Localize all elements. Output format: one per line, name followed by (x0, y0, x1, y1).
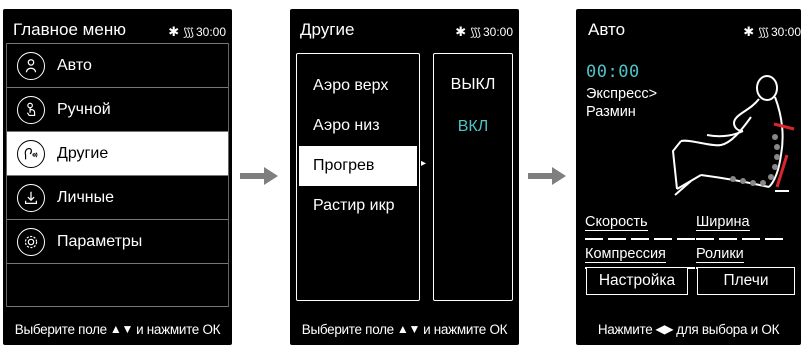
footer-text: и нажмите ОК (423, 321, 508, 337)
param-rollers: Ролики (696, 246, 744, 263)
footer-hint: Выберите поле ▲▼ и нажмите ОК (3, 313, 232, 345)
menu-item-settings[interactable]: Параметры (7, 219, 228, 263)
footer-text: Выберите поле (14, 321, 107, 337)
menu-item-label: Личные (57, 188, 115, 206)
menu-empty-row (7, 263, 228, 307)
main-menu-screen: Главное меню ✱ ⟆⟆⟆ 30:00 Авто Ручной Дру… (3, 9, 232, 345)
speed-level-bar (585, 238, 695, 240)
massage-chair-figure-icon (671, 75, 795, 196)
head-waves-icon (17, 139, 45, 168)
heat-waves-icon: ⟆⟆⟆ (470, 26, 481, 39)
footer-text: Выберите поле (301, 321, 394, 337)
menu-item-personal[interactable]: Личные (7, 175, 228, 219)
option-calf-rub[interactable]: Растир икр (299, 186, 417, 226)
status-bar: ✱ ⟆⟆⟆ 30:00 (455, 21, 513, 43)
menu-item-manual[interactable]: Ручной (7, 87, 228, 131)
value-off[interactable]: ВЫКЛ (434, 76, 512, 94)
up-down-arrows-icon: ▲▼ (109, 322, 134, 336)
values-list: ВЫКЛ ВКЛ (433, 53, 513, 301)
options-list: Аэро верх Аэро низ Прогрев Растир икр (296, 53, 420, 301)
bluetooth-icon: ✱ (743, 24, 755, 39)
param-label: Компрессия (585, 246, 666, 263)
menu-item-other[interactable]: Другие (7, 131, 228, 175)
param-label: Ролики (696, 246, 744, 263)
up-down-arrows-icon: ▲▼ (396, 322, 421, 336)
program-line-2: Размин (586, 104, 636, 120)
option-aero-top[interactable]: Аэро верх (299, 66, 417, 106)
settings-button[interactable]: Настройка (586, 267, 688, 295)
status-time: 30:00 (195, 25, 226, 39)
auto-screen: Авто ✱ ⟆⟆⟆ 30:00 00:00 Экспресс> Размин (576, 9, 801, 345)
status-time: 30:00 (770, 25, 801, 39)
width-level-bar (696, 238, 783, 240)
param-compression: Компрессия (585, 246, 666, 263)
other-screen: Другие ✱ ⟆⟆⟆ 30:00 Аэро верх Аэро низ Пр… (290, 9, 519, 345)
status-bar: ✱ ⟆⟆⟆ 30:00 (743, 21, 801, 43)
param-label: Скорость (585, 214, 648, 231)
footer-hint: Нажмите ◀▶ для выбора и ОК (576, 313, 801, 345)
status-bar: ✱ ⟆⟆⟆ 30:00 (168, 21, 226, 43)
footer-hint: Выберите поле ▲▼ и нажмите ОК (290, 313, 519, 345)
flow-arrow-icon (240, 167, 278, 185)
menu-item-label: Параметры (57, 232, 143, 250)
param-width: Ширина (696, 214, 750, 231)
value-on[interactable]: ВКЛ (434, 118, 512, 136)
menu-item-label: Ручной (57, 100, 111, 118)
bluetooth-icon: ✱ (168, 24, 180, 39)
person-silhouette-icon (17, 51, 45, 80)
selection-caret-icon: ▸ (421, 158, 427, 169)
program-line-1: Экспресс> (586, 86, 658, 102)
param-label: Ширина (696, 214, 750, 231)
screen-title: Другие (300, 20, 355, 39)
menu-item-auto[interactable]: Авто (7, 43, 228, 87)
shoulders-button[interactable]: Плечи (697, 267, 795, 295)
status-time: 30:00 (482, 25, 513, 39)
footer-text: Нажмите (597, 321, 653, 337)
program-name: Экспресс> Размин (586, 85, 657, 121)
option-aero-bottom[interactable]: Аэро низ (299, 106, 417, 146)
flow-arrow-icon (528, 167, 566, 185)
bluetooth-icon: ✱ (455, 24, 467, 39)
footer-text: и нажмите ОК (136, 321, 221, 337)
download-tray-icon (17, 183, 45, 212)
session-timer: 00:00 (586, 62, 640, 82)
screen-title: Главное меню (13, 20, 126, 39)
screen-title: Авто (588, 20, 626, 39)
heat-waves-icon: ⟆⟆⟆ (183, 26, 194, 39)
left-right-arrows-icon: ◀▶ (655, 322, 674, 336)
main-menu-list: Авто Ручной Другие Личные Параметры (6, 43, 229, 307)
menu-item-label: Другие (57, 144, 109, 162)
footer-text: для выбора и ОК (676, 321, 780, 337)
menu-item-label: Авто (57, 56, 92, 74)
heat-waves-icon: ⟆⟆⟆ (758, 26, 769, 39)
param-speed: Скорость (585, 214, 648, 231)
option-heating[interactable]: Прогрев (299, 146, 417, 186)
hand-tap-icon (17, 95, 45, 124)
gear-icon (17, 227, 45, 256)
